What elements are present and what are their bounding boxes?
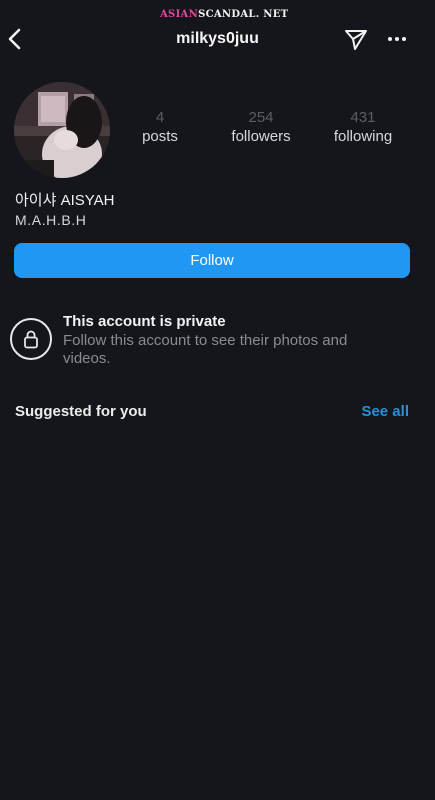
lock-icon <box>10 318 52 360</box>
suggested-heading: Suggested for you <box>15 403 147 420</box>
watermark-part-1: ASIAN <box>160 9 199 20</box>
top-bar: milkys0juu <box>0 22 435 56</box>
bio: M.A.H.B.H <box>15 212 87 228</box>
private-account-description: Follow this account to see their photos … <box>63 332 348 367</box>
stat-value: 254 <box>248 109 274 126</box>
stat-label: followers <box>231 128 291 145</box>
stat-label: posts <box>142 128 178 145</box>
watermark-part-3: . NET <box>255 9 289 20</box>
see-all-link[interactable]: See all <box>361 403 409 420</box>
stat-posts[interactable]: 4 posts <box>115 110 205 148</box>
stat-followers[interactable]: 254 followers <box>216 110 306 148</box>
display-name: 아이샤 AISYAH <box>15 192 115 209</box>
paper-plane-icon[interactable] <box>343 26 369 52</box>
stat-following[interactable]: 431 following <box>318 110 408 148</box>
follow-button[interactable]: Follow <box>14 243 410 278</box>
stat-label: following <box>333 128 393 145</box>
stat-value: 4 <box>155 109 165 126</box>
watermark: ASIANSCANDAL. NET <box>160 9 288 20</box>
avatar[interactable] <box>14 82 110 178</box>
watermark-part-2: SCANDAL <box>198 9 256 20</box>
private-account-title: This account is private <box>63 313 226 330</box>
stat-value: 431 <box>350 109 376 126</box>
ellipsis-icon[interactable] <box>386 28 408 50</box>
profile-username: milkys0juu <box>176 30 259 47</box>
